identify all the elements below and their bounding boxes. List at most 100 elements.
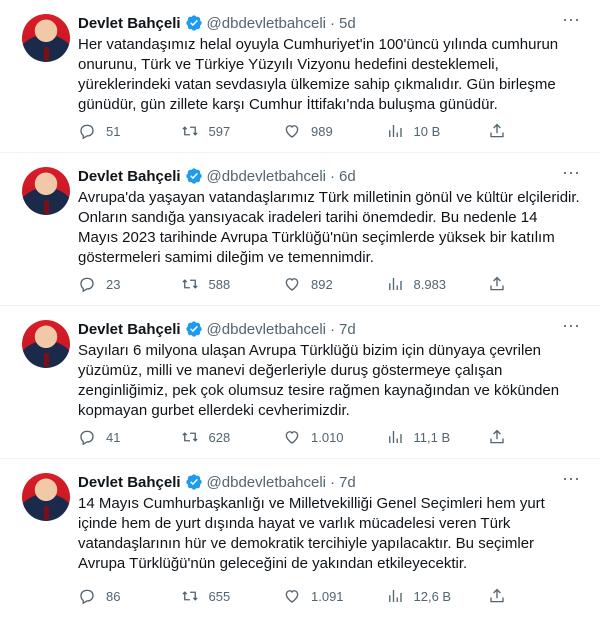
avatar-column (16, 12, 78, 152)
avatar-column (16, 165, 78, 305)
retweet-button[interactable]: 655 (181, 587, 251, 605)
like-button[interactable]: 1.010 (283, 428, 353, 446)
author-handle[interactable]: @dbdevletbahceli (207, 474, 326, 491)
tweet-header: Devlet Bahçeli @dbdevletbahceli · 6d (78, 165, 584, 187)
tweet-header: Devlet Bahçeli @dbdevletbahceli · 7d (78, 471, 584, 493)
avatar-column (16, 318, 78, 458)
reply-count: 86 (106, 588, 121, 604)
like-icon (285, 278, 299, 291)
tweet-actions: 86 655 1.091 12,6 B (78, 587, 508, 605)
tweet-time[interactable]: 6d (339, 168, 356, 185)
reply-icon (80, 430, 94, 446)
like-button[interactable]: 892 (283, 275, 353, 293)
like-icon (285, 431, 299, 444)
views-icon (388, 125, 402, 137)
tweet[interactable]: Devlet Bahçeli @dbdevletbahceli · 7d Say… (0, 306, 600, 459)
share-button[interactable] (488, 587, 508, 605)
share-icon (490, 123, 504, 138)
separator-dot: · (330, 473, 336, 491)
views-count: 10 B (413, 123, 441, 139)
reply-button[interactable]: 51 (78, 122, 148, 140)
tweet-time[interactable]: 7d (339, 321, 356, 338)
views-count: 12,6 B (413, 588, 452, 604)
views-icon (388, 590, 402, 602)
more-icon[interactable]: ··· (562, 163, 580, 185)
share-button[interactable] (488, 275, 508, 293)
tweet-header: Devlet Bahçeli @dbdevletbahceli · 7d (78, 318, 584, 340)
tweet-text: 14 Mayıs Cumhurbaşkanlığı ve Milletvekil… (78, 495, 545, 572)
like-icon (285, 125, 299, 138)
reply-button[interactable]: 86 (78, 587, 148, 605)
tweet-time[interactable]: 7d (339, 474, 356, 491)
retweet-button[interactable]: 588 (181, 275, 251, 293)
share-button[interactable] (488, 122, 508, 140)
views-button[interactable]: 12,6 B (386, 587, 456, 605)
retweet-count: 588 (208, 276, 231, 292)
avatar[interactable] (22, 473, 70, 521)
share-button[interactable] (488, 428, 508, 446)
reply-count: 51 (106, 123, 121, 139)
like-count: 1.091 (311, 588, 344, 604)
reply-icon (80, 589, 94, 605)
tweet-header: Devlet Bahçeli @dbdevletbahceli · 5d (78, 12, 584, 34)
reply-button[interactable]: 23 (78, 275, 148, 293)
tweet-actions: 23 588 892 8.983 (78, 275, 508, 293)
share-icon (490, 276, 504, 291)
avatar-column (16, 471, 78, 617)
avatar[interactable] (22, 14, 70, 62)
tweet-text: Her vatandaşımız helal oyuyla Cumhuriyet… (78, 36, 559, 113)
tweet[interactable]: Devlet Bahçeli @dbdevletbahceli · 5d Her… (0, 0, 600, 153)
views-count: 8.983 (413, 276, 447, 292)
avatar[interactable] (22, 320, 70, 368)
tweet-text: Avrupa'da yaşayan vatandaşlarımız Türk m… (78, 189, 580, 266)
like-button[interactable]: 989 (283, 122, 353, 140)
author-handle[interactable]: @dbdevletbahceli (207, 15, 326, 32)
tweet-actions: 41 628 1.010 11,1 B (78, 428, 508, 446)
more-icon[interactable]: ··· (562, 10, 580, 32)
separator-dot: · (330, 14, 336, 32)
tweet[interactable]: Devlet Bahçeli @dbdevletbahceli · 7d 14 … (0, 459, 600, 617)
like-icon (285, 590, 299, 603)
more-icon[interactable]: ··· (562, 316, 580, 338)
retweet-icon (181, 126, 198, 136)
author-name[interactable]: Devlet Bahçeli (78, 474, 181, 491)
like-count: 1.010 (311, 429, 344, 445)
retweet-count: 628 (208, 429, 231, 445)
author-name[interactable]: Devlet Bahçeli (78, 15, 181, 32)
verified-badge-icon (185, 321, 202, 337)
retweet-button[interactable]: 628 (181, 428, 251, 446)
like-button[interactable]: 1.091 (283, 587, 353, 605)
like-count: 989 (311, 123, 333, 139)
reply-button[interactable]: 41 (78, 428, 148, 446)
reply-icon (80, 124, 94, 140)
verified-badge-icon (185, 168, 202, 184)
retweet-count: 597 (208, 123, 231, 139)
retweet-icon (181, 279, 198, 289)
reply-count: 23 (106, 276, 121, 292)
tweet[interactable]: Devlet Bahçeli @dbdevletbahceli · 6d Avr… (0, 153, 600, 306)
author-name[interactable]: Devlet Bahçeli (78, 321, 181, 338)
author-name[interactable]: Devlet Bahçeli (78, 168, 181, 185)
more-icon[interactable]: ··· (562, 469, 580, 491)
tweet-text: Sayıları 6 milyona ulaşan Avrupa Türklüğ… (78, 342, 560, 419)
views-count: 11,1 B (413, 429, 451, 445)
retweet-button[interactable]: 597 (181, 122, 251, 140)
author-handle[interactable]: @dbdevletbahceli (207, 321, 326, 338)
views-button[interactable]: 8.983 (386, 275, 456, 293)
retweet-icon (181, 591, 198, 601)
separator-dot: · (330, 320, 336, 338)
tweet-actions: 51 597 989 10 B (78, 122, 508, 140)
retweet-count: 655 (208, 588, 231, 604)
share-icon (490, 429, 504, 444)
share-icon (490, 588, 504, 603)
like-count: 892 (311, 276, 333, 292)
tweet-time[interactable]: 5d (339, 15, 356, 32)
views-icon (388, 431, 402, 443)
author-handle[interactable]: @dbdevletbahceli (207, 168, 326, 185)
separator-dot: · (330, 167, 336, 185)
views-button[interactable]: 10 B (386, 122, 456, 140)
avatar[interactable] (22, 167, 70, 215)
verified-badge-icon (185, 474, 202, 490)
views-button[interactable]: 11,1 B (386, 428, 456, 446)
retweet-icon (181, 432, 198, 442)
